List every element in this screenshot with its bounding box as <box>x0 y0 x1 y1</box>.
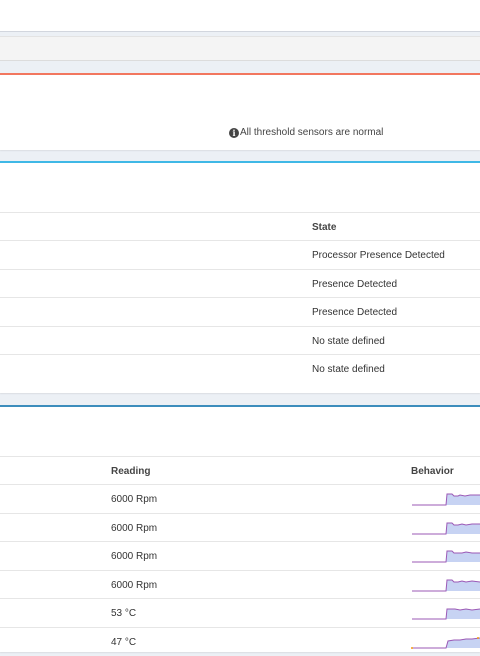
state-cell: Presence Detected <box>312 279 398 290</box>
table-row: 47 °C <box>0 627 480 656</box>
state-cell: No state defined <box>312 336 385 347</box>
table-row: 6000 Rpm <box>0 484 480 513</box>
behavior-sparkline <box>411 637 480 649</box>
state-cell: Processor Presence Detected <box>312 250 445 261</box>
state-column-header: State <box>312 222 337 233</box>
reading-cell: 6000 Rpm <box>111 523 158 534</box>
reading-column-header: Reading <box>111 466 151 477</box>
info-circle-icon: i <box>229 128 239 138</box>
behavior-sparkline <box>412 493 480 506</box>
table-row: 6000 Rpm <box>0 541 480 570</box>
reading-cell: 6000 Rpm <box>111 580 158 591</box>
behavior-sparkline <box>412 522 480 535</box>
reading-cell: 6000 Rpm <box>111 551 158 562</box>
analog-sensors-panel: Reading Behavior 6000 Rpm 6000 Rpm 6000 … <box>0 405 480 652</box>
table-header-row: State <box>0 212 480 241</box>
top-navbar <box>0 0 480 32</box>
table-row: No state defined <box>0 326 480 355</box>
toolbar-strip <box>0 36 480 61</box>
table-header-row: Reading Behavior <box>0 456 480 485</box>
threshold-status: i All threshold sensors are normal <box>229 127 383 138</box>
discrete-sensors-panel: State Processor Presence Detected Presen… <box>0 161 480 393</box>
reading-cell: 6000 Rpm <box>111 494 158 505</box>
threshold-sensors-panel: i All threshold sensors are normal <box>0 73 480 150</box>
behavior-sparkline <box>412 550 480 563</box>
table-row: No state defined <box>0 354 480 392</box>
state-cell: No state defined <box>312 364 385 375</box>
reading-cell: 47 °C <box>111 637 137 648</box>
table-row: Presence Detected <box>0 297 480 326</box>
state-cell: Presence Detected <box>312 307 398 318</box>
table-row: 6000 Rpm <box>0 570 480 599</box>
reading-cell: 53 °C <box>111 608 137 619</box>
table-row: 53 °C <box>0 598 480 627</box>
table-row: 6000 Rpm <box>0 513 480 542</box>
behavior-sparkline <box>412 608 480 620</box>
table-row: Presence Detected <box>0 269 480 298</box>
behavior-column-header: Behavior <box>411 466 454 477</box>
table-row: Processor Presence Detected <box>0 240 480 269</box>
threshold-status-text: All threshold sensors are normal <box>240 127 384 138</box>
behavior-sparkline <box>412 579 480 592</box>
